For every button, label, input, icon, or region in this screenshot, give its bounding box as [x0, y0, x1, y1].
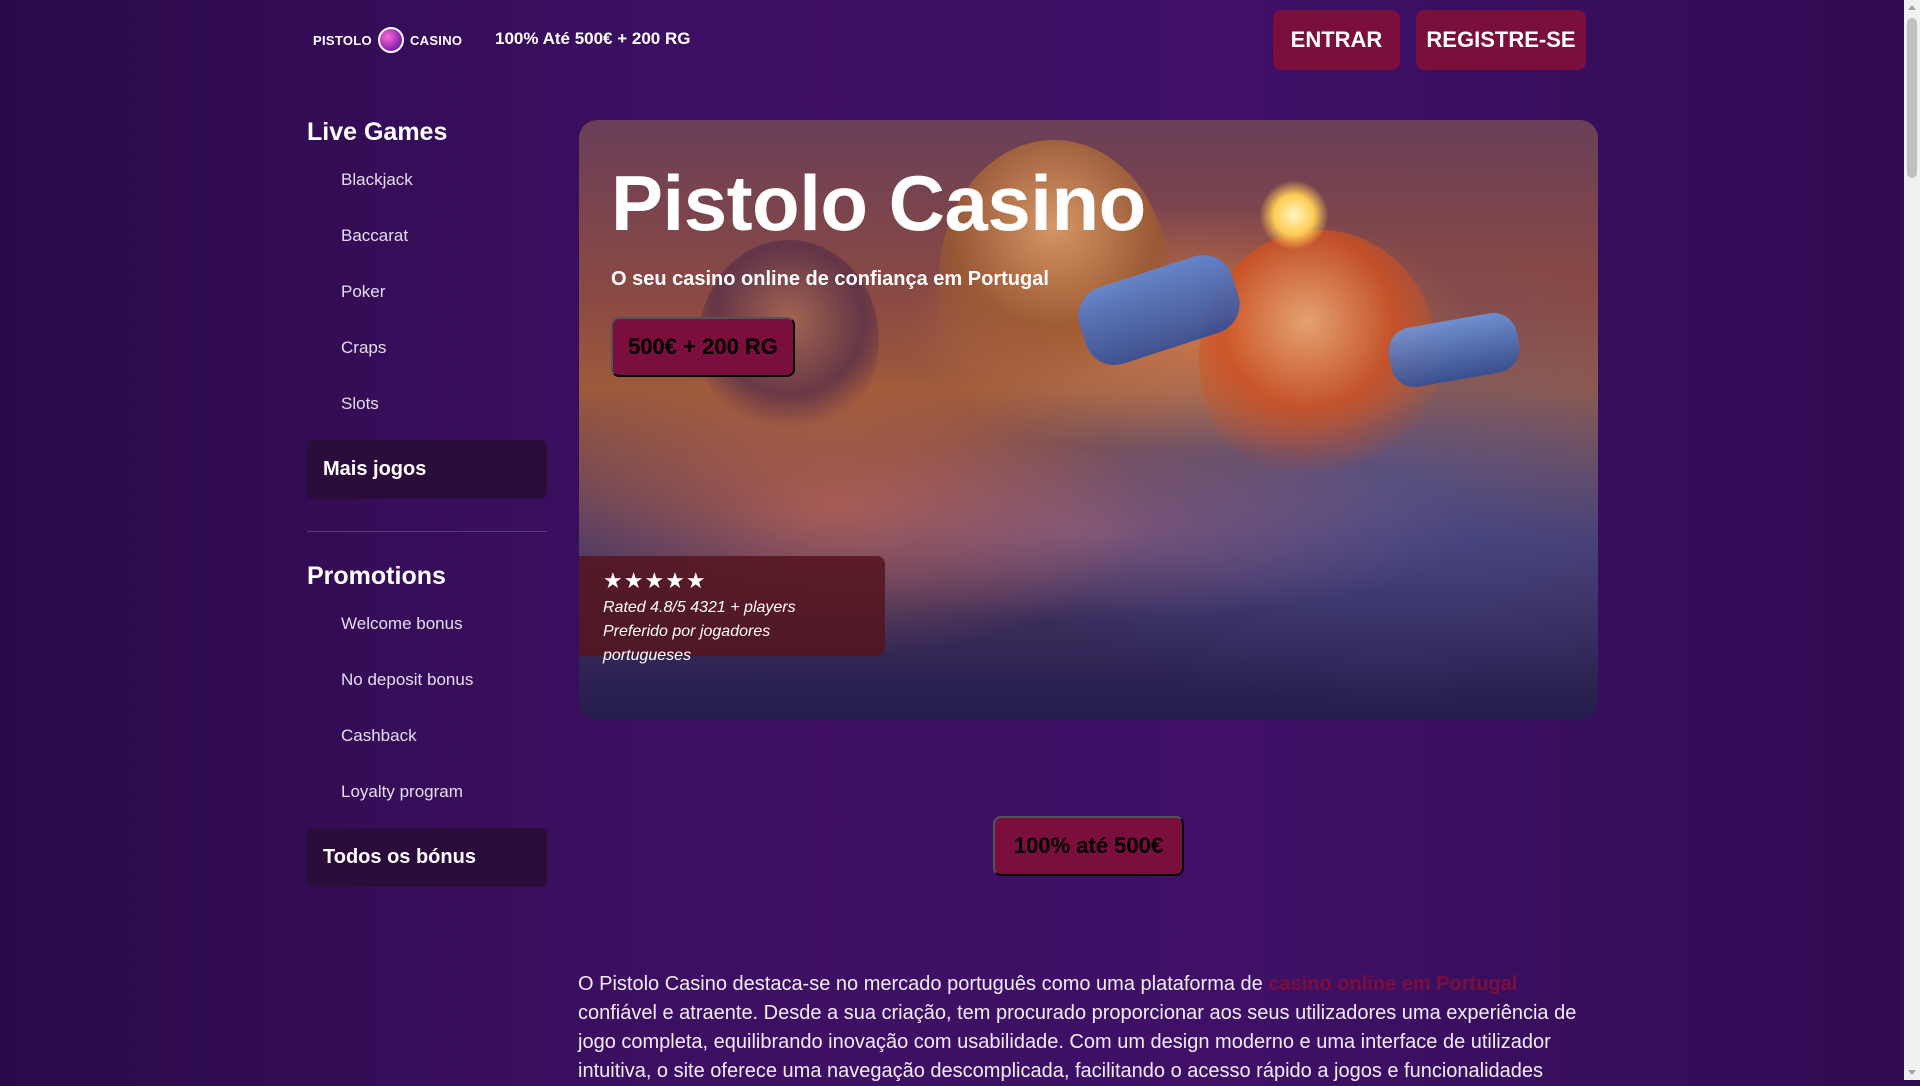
rated-prefix: Rated — [603, 599, 646, 616]
register-button[interactable]: REGISTRE-SE — [1416, 10, 1586, 70]
rating-line: Rated 4.8/5 4321 + players — [603, 596, 861, 620]
sidebar-item-loyalty-program[interactable]: Loyalty program — [307, 764, 547, 820]
muzzle-flash — [1259, 180, 1329, 250]
hero-title: Pistolo Casino — [611, 159, 1146, 247]
intro-article: O Pistolo Casino destaca-se no mercado p… — [578, 970, 1598, 1086]
sidebar-item-craps[interactable]: Craps — [307, 320, 547, 376]
hero-bonus-button[interactable]: 500€ + 200 RG — [611, 317, 795, 377]
star-rating-icon: ★★★★★ — [603, 568, 707, 593]
rating-score: 4.8/5 — [650, 599, 686, 616]
sidebar-item-baccarat[interactable]: Baccarat — [307, 208, 547, 264]
sidebar-item-blackjack[interactable]: Blackjack — [307, 152, 547, 208]
casino-logo[interactable]: PISTOLO CASINO — [313, 25, 462, 55]
site-header: PISTOLO CASINO 100% Até 500€ + 200 RG EN… — [0, 0, 1904, 80]
rating-tagline: Preferido por jogadores portugueses — [603, 623, 771, 664]
sidebar-item-slots[interactable]: Slots — [307, 376, 547, 432]
sidebar-item-poker[interactable]: Poker — [307, 264, 547, 320]
promotions-heading: Promotions — [307, 562, 446, 590]
logo-text-left: PISTOLO — [313, 32, 372, 48]
more-games-button[interactable]: Mais jogos — [307, 440, 547, 499]
scroll-down-arrow-icon[interactable] — [1908, 1070, 1916, 1075]
casino-portugal-link[interactable]: casino online em Portugal — [1268, 973, 1517, 995]
scrollbar-thumb[interactable] — [1907, 18, 1917, 178]
players-count: 4321 — [690, 599, 726, 616]
logo-text-right: CASINO — [409, 32, 463, 48]
sidebar-item-no-deposit-bonus[interactable]: No deposit bonus — [307, 652, 547, 708]
logo-ball-icon — [377, 27, 404, 53]
sidebar: Live Games Blackjack Baccarat Poker Crap… — [307, 112, 547, 887]
live-games-heading: Live Games — [307, 118, 448, 146]
players-suffix: + players — [730, 599, 796, 616]
login-button[interactable]: ENTRAR — [1273, 10, 1400, 70]
sidebar-item-cashback[interactable]: Cashback — [307, 708, 547, 764]
page-scrollbar[interactable] — [1904, 0, 1920, 1080]
scroll-up-arrow-icon[interactable] — [1908, 5, 1916, 10]
article-intro: O Pistolo Casino destaca-se no mercado p… — [578, 973, 1263, 995]
sidebar-item-welcome-bonus[interactable]: Welcome bonus — [307, 596, 547, 652]
hero-banner: Pistolo Casino O seu casino online de co… — [579, 120, 1598, 720]
all-bonuses-button[interactable]: Todos os bónus — [307, 828, 547, 887]
article-body: confiável e atraente. Desde a sua criaçã… — [578, 1002, 1577, 1082]
header-promo-text: 100% Até 500€ + 200 RG — [495, 29, 691, 48]
sidebar-divider — [307, 531, 547, 532]
hero-subtitle: O seu casino online de confiança em Port… — [611, 268, 1049, 290]
rating-badge: ★★★★★ Rated 4.8/5 4321 + players Preferi… — [579, 556, 885, 664]
bonus-offer-button[interactable]: 100% até 500€ — [993, 816, 1184, 876]
